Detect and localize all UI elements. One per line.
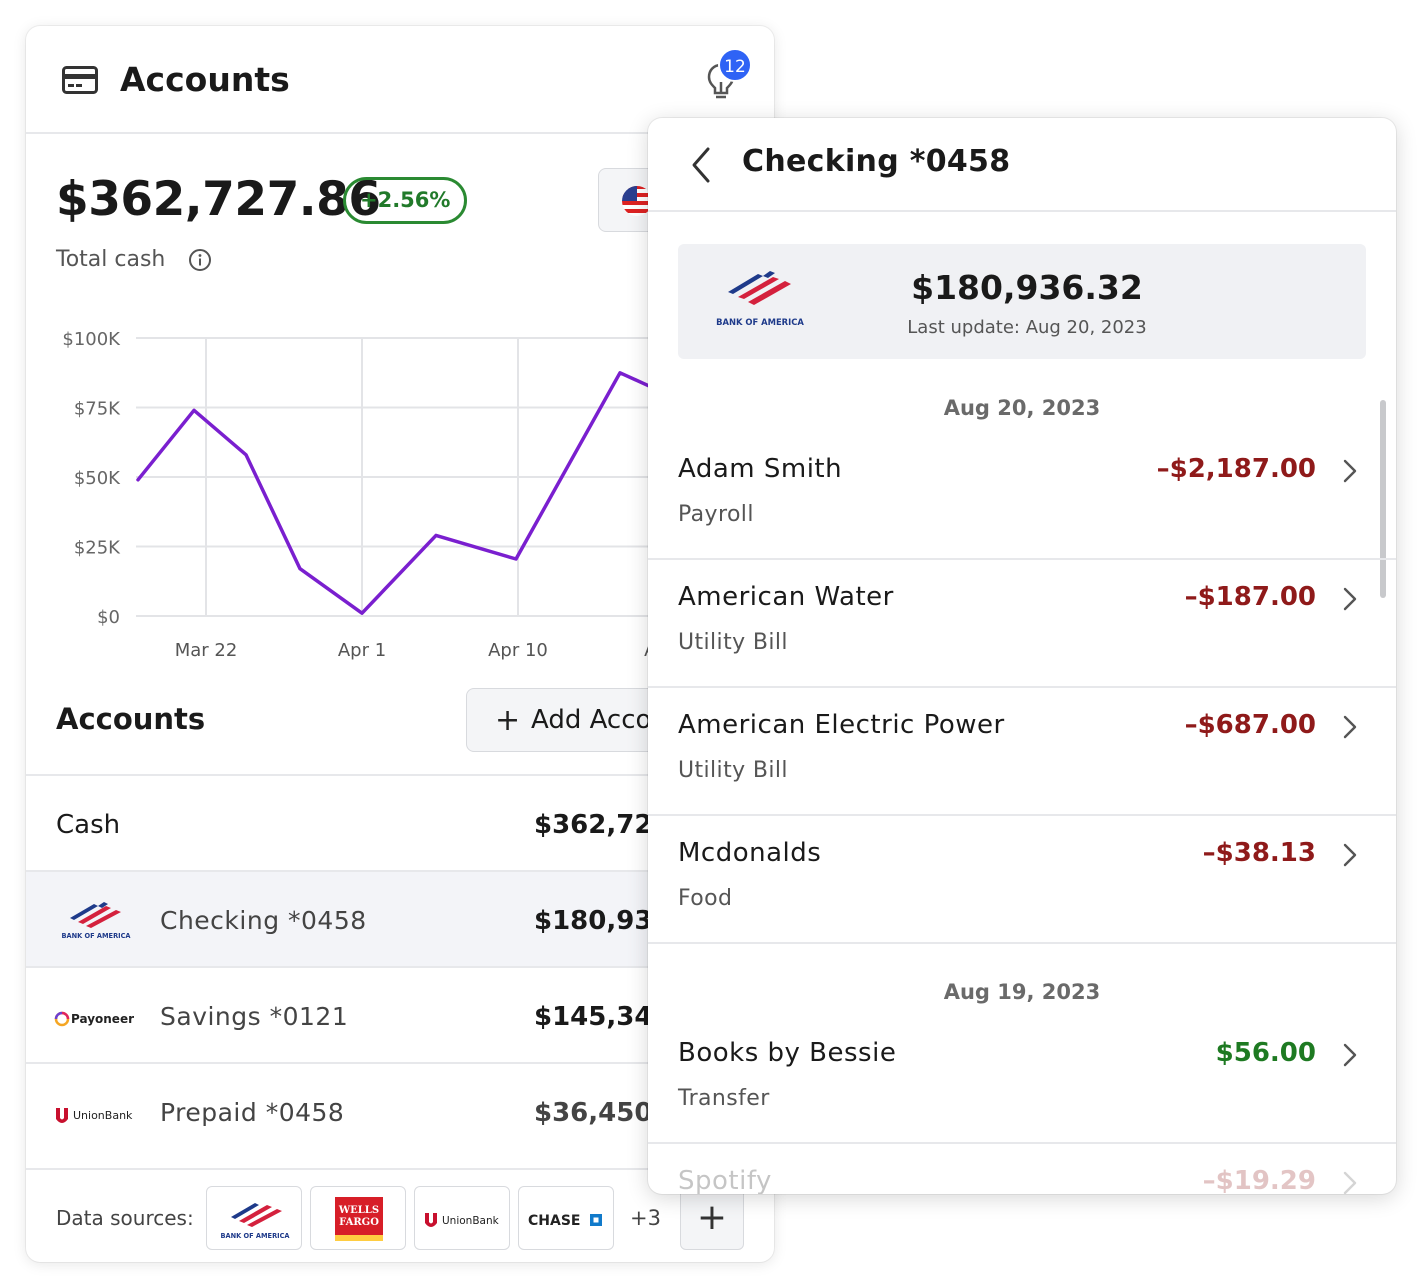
chevron-right-icon [1342, 842, 1358, 872]
chevron-right-icon [1342, 458, 1358, 488]
transaction-category: Payroll [678, 502, 754, 527]
last-update-text: Last update: Aug 20, 2023 [907, 317, 1147, 338]
chart-y-tick-label: $0 [97, 607, 120, 628]
detail-title: Checking *0458 [742, 144, 1011, 179]
chevron-right-icon [1342, 1042, 1358, 1072]
account-name: Checking *0458 [160, 906, 367, 935]
account-summary: BANK OF AMERICA $180,936.32 Last update:… [678, 244, 1366, 359]
transaction-row[interactable]: Mcdonalds Food –$38.13 [648, 816, 1396, 944]
info-icon[interactable] [188, 248, 212, 276]
transaction-amount: –$2,187.00 [1156, 454, 1316, 484]
detail-header: Checking *0458 [648, 118, 1396, 212]
transaction-amount: –$687.00 [1184, 710, 1316, 740]
chevron-right-icon [1342, 586, 1358, 616]
chart-y-tick-label: $75K [74, 399, 121, 420]
transaction-row[interactable]: American Water Utility Bill –$187.00 [648, 560, 1396, 688]
transaction-payee: Adam Smith [678, 454, 843, 484]
transaction-amount: –$187.00 [1184, 582, 1316, 612]
chart-series-line [136, 371, 674, 615]
back-chevron-icon[interactable] [686, 144, 716, 190]
transaction-category: Food [678, 886, 733, 911]
payoneer-logo: Payoneer [54, 992, 138, 1042]
account-name: Savings *0121 [160, 1002, 349, 1031]
transaction-row[interactable]: Spotify –$19.29 [648, 1144, 1396, 1194]
page-title: Accounts [120, 60, 290, 99]
data-sources-label: Data sources: [56, 1206, 194, 1230]
account-detail-card: Checking *0458 BANK OF AMERICA $180,936.… [648, 118, 1396, 1194]
transaction-row[interactable]: Books by Bessie Transfer $56.00 [648, 1016, 1396, 1144]
unionbank-logo: UnionBank [54, 1088, 138, 1138]
transaction-payee: Books by Bessie [678, 1038, 897, 1068]
data-source-chase[interactable]: CHASE [518, 1186, 614, 1250]
chart-y-tick-label: $100K [62, 329, 121, 350]
chart-x-tick-label: Apr 10 [488, 640, 548, 661]
credit-card-icon [62, 66, 98, 98]
total-cash-label: Total cash [56, 247, 166, 272]
svg-text:WELLS: WELLS [338, 1205, 379, 1216]
transaction-row[interactable]: American Electric Power Utility Bill –$6… [648, 688, 1396, 816]
transaction-amount: –$38.13 [1202, 838, 1316, 868]
add-data-source-button[interactable]: + [680, 1186, 744, 1250]
svg-text:BANK OF AMERICA: BANK OF AMERICA [61, 932, 131, 940]
svg-text:BANK OF AMERICA: BANK OF AMERICA [220, 1232, 290, 1240]
chevron-right-icon [1342, 714, 1358, 744]
chart-x-tick-label: Mar 22 [175, 640, 238, 661]
chart-y-tick-label: $50K [74, 468, 121, 489]
chart-x-tick-label: Apr 1 [338, 640, 386, 661]
transaction-payee: Spotify [678, 1166, 772, 1194]
transaction-amount: –$19.29 [1202, 1166, 1316, 1194]
change-badge: +2.56% [343, 177, 468, 224]
chevron-right-icon [1342, 1170, 1358, 1194]
chart-y-tick-label: $25K [74, 538, 121, 559]
transaction-category: Transfer [678, 1086, 770, 1111]
svg-text:FARGO: FARGO [339, 1217, 379, 1228]
data-source-unionbank[interactable]: UnionBank [414, 1186, 510, 1250]
transaction-payee: Mcdonalds [678, 838, 822, 868]
notification-badge[interactable]: 12 [718, 48, 752, 82]
transaction-payee: American Electric Power [678, 710, 1005, 740]
data-source-wells-fargo[interactable]: WELLS FARGO [310, 1186, 406, 1250]
bank-of-america-logo: BANK OF AMERICA [54, 896, 138, 946]
plus-icon: + [495, 703, 521, 738]
cash-group-label: Cash [56, 810, 121, 840]
more-sources-count[interactable]: +3 [630, 1206, 661, 1230]
transaction-row[interactable]: Adam Smith Payroll –$2,187.00 [648, 432, 1396, 560]
svg-text:CHASE: CHASE [528, 1213, 580, 1229]
transaction-payee: American Water [678, 582, 894, 612]
svg-text:UnionBank: UnionBank [73, 1109, 133, 1122]
svg-text:Payoneer: Payoneer [71, 1012, 134, 1026]
transaction-category: Utility Bill [678, 758, 788, 783]
total-cash-value: $362,727.86 [56, 172, 381, 227]
svg-text:UnionBank: UnionBank [442, 1215, 500, 1227]
accounts-section-heading: Accounts [56, 702, 206, 736]
date-group-header: Aug 20, 2023 [943, 396, 1101, 420]
transaction-amount: $56.00 [1215, 1038, 1316, 1068]
account-balance: $180,936.32 [911, 268, 1143, 307]
account-name: Prepaid *0458 [160, 1098, 345, 1127]
date-group-header: Aug 19, 2023 [943, 980, 1101, 1004]
data-source-bank-of-america[interactable]: BANK OF AMERICA [206, 1186, 302, 1250]
transaction-category: Utility Bill [678, 630, 788, 655]
